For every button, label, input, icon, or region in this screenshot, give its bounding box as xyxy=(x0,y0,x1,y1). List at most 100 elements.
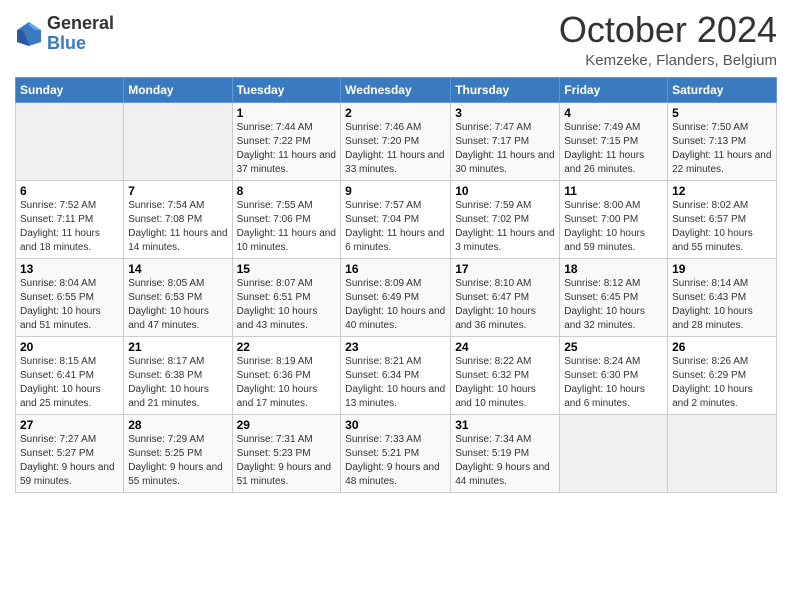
week-row-1: 1Sunrise: 7:44 AMSunset: 7:22 PMDaylight… xyxy=(16,102,777,180)
day-cell: 21 Sunrise: 8:17 AMSunset: 6:38 PMDayligh… xyxy=(124,336,232,414)
day-number: 22 xyxy=(237,340,337,354)
day-info: Sunrise: 7:54 AMSunset: 7:08 PMDaylight:… xyxy=(128,200,227,253)
day-cell: 9Sunrise: 7:57 AMSunset: 7:04 PMDaylight… xyxy=(341,180,451,258)
day-cell: 14 Sunrise: 8:05 AMSunset: 6:53 PMDayligh… xyxy=(124,258,232,336)
day-number: 13 xyxy=(20,262,119,276)
day-info: Sunrise: 7:31 AMSunset: 5:23 PMDaylight:… xyxy=(237,434,332,487)
day-number: 2 xyxy=(345,106,446,120)
day-cell: 29 Sunrise: 7:31 AMSunset: 5:23 PMDayligh… xyxy=(232,414,341,492)
day-info: Sunrise: 7:34 AMSunset: 5:19 PMDaylight:… xyxy=(455,434,550,487)
day-number: 5 xyxy=(672,106,772,120)
day-cell: 12 Sunrise: 8:02 AMSunset: 6:57 PMDayligh… xyxy=(668,180,777,258)
day-number: 31 xyxy=(455,418,555,432)
day-number: 10 xyxy=(455,184,555,198)
day-info: Sunrise: 8:07 AMSunset: 6:51 PMDaylight:… xyxy=(237,278,318,331)
day-cell: 6 Sunrise: 7:52 AMSunset: 7:11 PMDaylight… xyxy=(16,180,124,258)
day-info: Sunrise: 8:00 AMSunset: 7:00 PMDaylight:… xyxy=(564,200,645,253)
day-info: Sunrise: 8:05 AMSunset: 6:53 PMDaylight:… xyxy=(128,278,209,331)
header-cell-friday: Friday xyxy=(560,77,668,102)
month-title: October 2024 xyxy=(559,10,777,50)
day-number: 23 xyxy=(345,340,446,354)
day-number: 14 xyxy=(128,262,227,276)
day-cell: 4Sunrise: 7:49 AMSunset: 7:15 PMDaylight… xyxy=(560,102,668,180)
day-info: Sunrise: 8:04 AMSunset: 6:55 PMDaylight:… xyxy=(20,278,101,331)
day-cell: 30 Sunrise: 7:33 AMSunset: 5:21 PMDayligh… xyxy=(341,414,451,492)
day-number: 9 xyxy=(345,184,446,198)
day-cell: 3 Sunrise: 7:47 AMSunset: 7:17 PMDaylight… xyxy=(451,102,560,180)
day-cell: 15 Sunrise: 8:07 AMSunset: 6:51 PMDayligh… xyxy=(232,258,341,336)
day-info: Sunrise: 8:21 AMSunset: 6:34 PMDaylight:… xyxy=(345,356,445,409)
day-info: Sunrise: 8:02 AMSunset: 6:57 PMDaylight:… xyxy=(672,200,753,253)
day-number: 3 xyxy=(455,106,555,120)
week-row-5: 27 Sunrise: 7:27 AMSunset: 5:27 PMDayligh… xyxy=(16,414,777,492)
day-cell: 17 Sunrise: 8:10 AMSunset: 6:47 PMDayligh… xyxy=(451,258,560,336)
day-cell: 11 Sunrise: 8:00 AMSunset: 7:00 PMDayligh… xyxy=(560,180,668,258)
day-info: Sunrise: 7:52 AMSunset: 7:11 PMDaylight:… xyxy=(20,200,100,253)
day-cell: 8Sunrise: 7:55 AMSunset: 7:06 PMDaylight… xyxy=(232,180,341,258)
day-number: 21 xyxy=(128,340,227,354)
page: General Blue October 2024 Kemzeke, Fland… xyxy=(0,0,792,612)
day-info: Sunrise: 7:27 AMSunset: 5:27 PMDaylight:… xyxy=(20,434,115,487)
week-row-4: 20 Sunrise: 8:15 AMSunset: 6:41 PMDayligh… xyxy=(16,336,777,414)
day-cell: 18Sunrise: 8:12 AMSunset: 6:45 PMDayligh… xyxy=(560,258,668,336)
day-info: Sunrise: 8:17 AMSunset: 6:38 PMDaylight:… xyxy=(128,356,209,409)
day-info: Sunrise: 8:22 AMSunset: 6:32 PMDaylight:… xyxy=(455,356,536,409)
day-number: 17 xyxy=(455,262,555,276)
day-cell: 23 Sunrise: 8:21 AMSunset: 6:34 PMDayligh… xyxy=(341,336,451,414)
day-info: Sunrise: 7:49 AMSunset: 7:15 PMDaylight:… xyxy=(564,122,644,175)
day-cell: 31 Sunrise: 7:34 AMSunset: 5:19 PMDayligh… xyxy=(451,414,560,492)
day-cell: 20 Sunrise: 8:15 AMSunset: 6:41 PMDayligh… xyxy=(16,336,124,414)
day-cell: 27 Sunrise: 7:27 AMSunset: 5:27 PMDayligh… xyxy=(16,414,124,492)
day-number: 8 xyxy=(237,184,337,198)
day-cell xyxy=(124,102,232,180)
day-number: 7 xyxy=(128,184,227,198)
day-number: 1 xyxy=(237,106,337,120)
header: General Blue October 2024 Kemzeke, Fland… xyxy=(15,10,777,69)
day-number: 26 xyxy=(672,340,772,354)
day-cell: 19Sunrise: 8:14 AMSunset: 6:43 PMDayligh… xyxy=(668,258,777,336)
logo-icon xyxy=(15,20,43,48)
day-number: 29 xyxy=(237,418,337,432)
logo-blue: Blue xyxy=(47,34,114,54)
day-number: 12 xyxy=(672,184,772,198)
week-row-3: 13 Sunrise: 8:04 AMSunset: 6:55 PMDayligh… xyxy=(16,258,777,336)
day-number: 27 xyxy=(20,418,119,432)
day-info: Sunrise: 7:59 AMSunset: 7:02 PMDaylight:… xyxy=(455,200,554,253)
day-info: Sunrise: 8:15 AMSunset: 6:41 PMDaylight:… xyxy=(20,356,101,409)
day-cell: 24 Sunrise: 8:22 AMSunset: 6:32 PMDayligh… xyxy=(451,336,560,414)
day-number: 30 xyxy=(345,418,446,432)
day-info: Sunrise: 7:47 AMSunset: 7:17 PMDaylight:… xyxy=(455,122,554,175)
day-number: 19 xyxy=(672,262,772,276)
day-number: 16 xyxy=(345,262,446,276)
header-cell-sunday: Sunday xyxy=(16,77,124,102)
header-cell-tuesday: Tuesday xyxy=(232,77,341,102)
day-info: Sunrise: 8:10 AMSunset: 6:47 PMDaylight:… xyxy=(455,278,536,331)
day-number: 25 xyxy=(564,340,663,354)
day-cell: 13 Sunrise: 8:04 AMSunset: 6:55 PMDayligh… xyxy=(16,258,124,336)
logo-text: General Blue xyxy=(47,14,114,54)
day-info: Sunrise: 8:09 AMSunset: 6:49 PMDaylight:… xyxy=(345,278,445,331)
day-cell xyxy=(560,414,668,492)
day-cell xyxy=(668,414,777,492)
day-cell: 7 Sunrise: 7:54 AMSunset: 7:08 PMDaylight… xyxy=(124,180,232,258)
day-cell: 10 Sunrise: 7:59 AMSunset: 7:02 PMDayligh… xyxy=(451,180,560,258)
day-info: Sunrise: 7:50 AMSunset: 7:13 PMDaylight:… xyxy=(672,122,771,175)
location: Kemzeke, Flanders, Belgium xyxy=(559,52,777,69)
day-cell xyxy=(16,102,124,180)
day-cell: 16 Sunrise: 8:09 AMSunset: 6:49 PMDayligh… xyxy=(341,258,451,336)
day-cell: 25Sunrise: 8:24 AMSunset: 6:30 PMDayligh… xyxy=(560,336,668,414)
day-number: 15 xyxy=(237,262,337,276)
day-number: 11 xyxy=(564,184,663,198)
day-number: 24 xyxy=(455,340,555,354)
day-cell: 28Sunrise: 7:29 AMSunset: 5:25 PMDayligh… xyxy=(124,414,232,492)
day-number: 6 xyxy=(20,184,119,198)
day-info: Sunrise: 7:29 AMSunset: 5:25 PMDaylight:… xyxy=(128,434,223,487)
logo: General Blue xyxy=(15,14,114,54)
day-number: 20 xyxy=(20,340,119,354)
day-cell: 5 Sunrise: 7:50 AMSunset: 7:13 PMDaylight… xyxy=(668,102,777,180)
day-info: Sunrise: 7:33 AMSunset: 5:21 PMDaylight:… xyxy=(345,434,440,487)
day-cell: 22Sunrise: 8:19 AMSunset: 6:36 PMDayligh… xyxy=(232,336,341,414)
header-cell-saturday: Saturday xyxy=(668,77,777,102)
day-info: Sunrise: 7:46 AMSunset: 7:20 PMDaylight:… xyxy=(345,122,444,175)
header-cell-monday: Monday xyxy=(124,77,232,102)
